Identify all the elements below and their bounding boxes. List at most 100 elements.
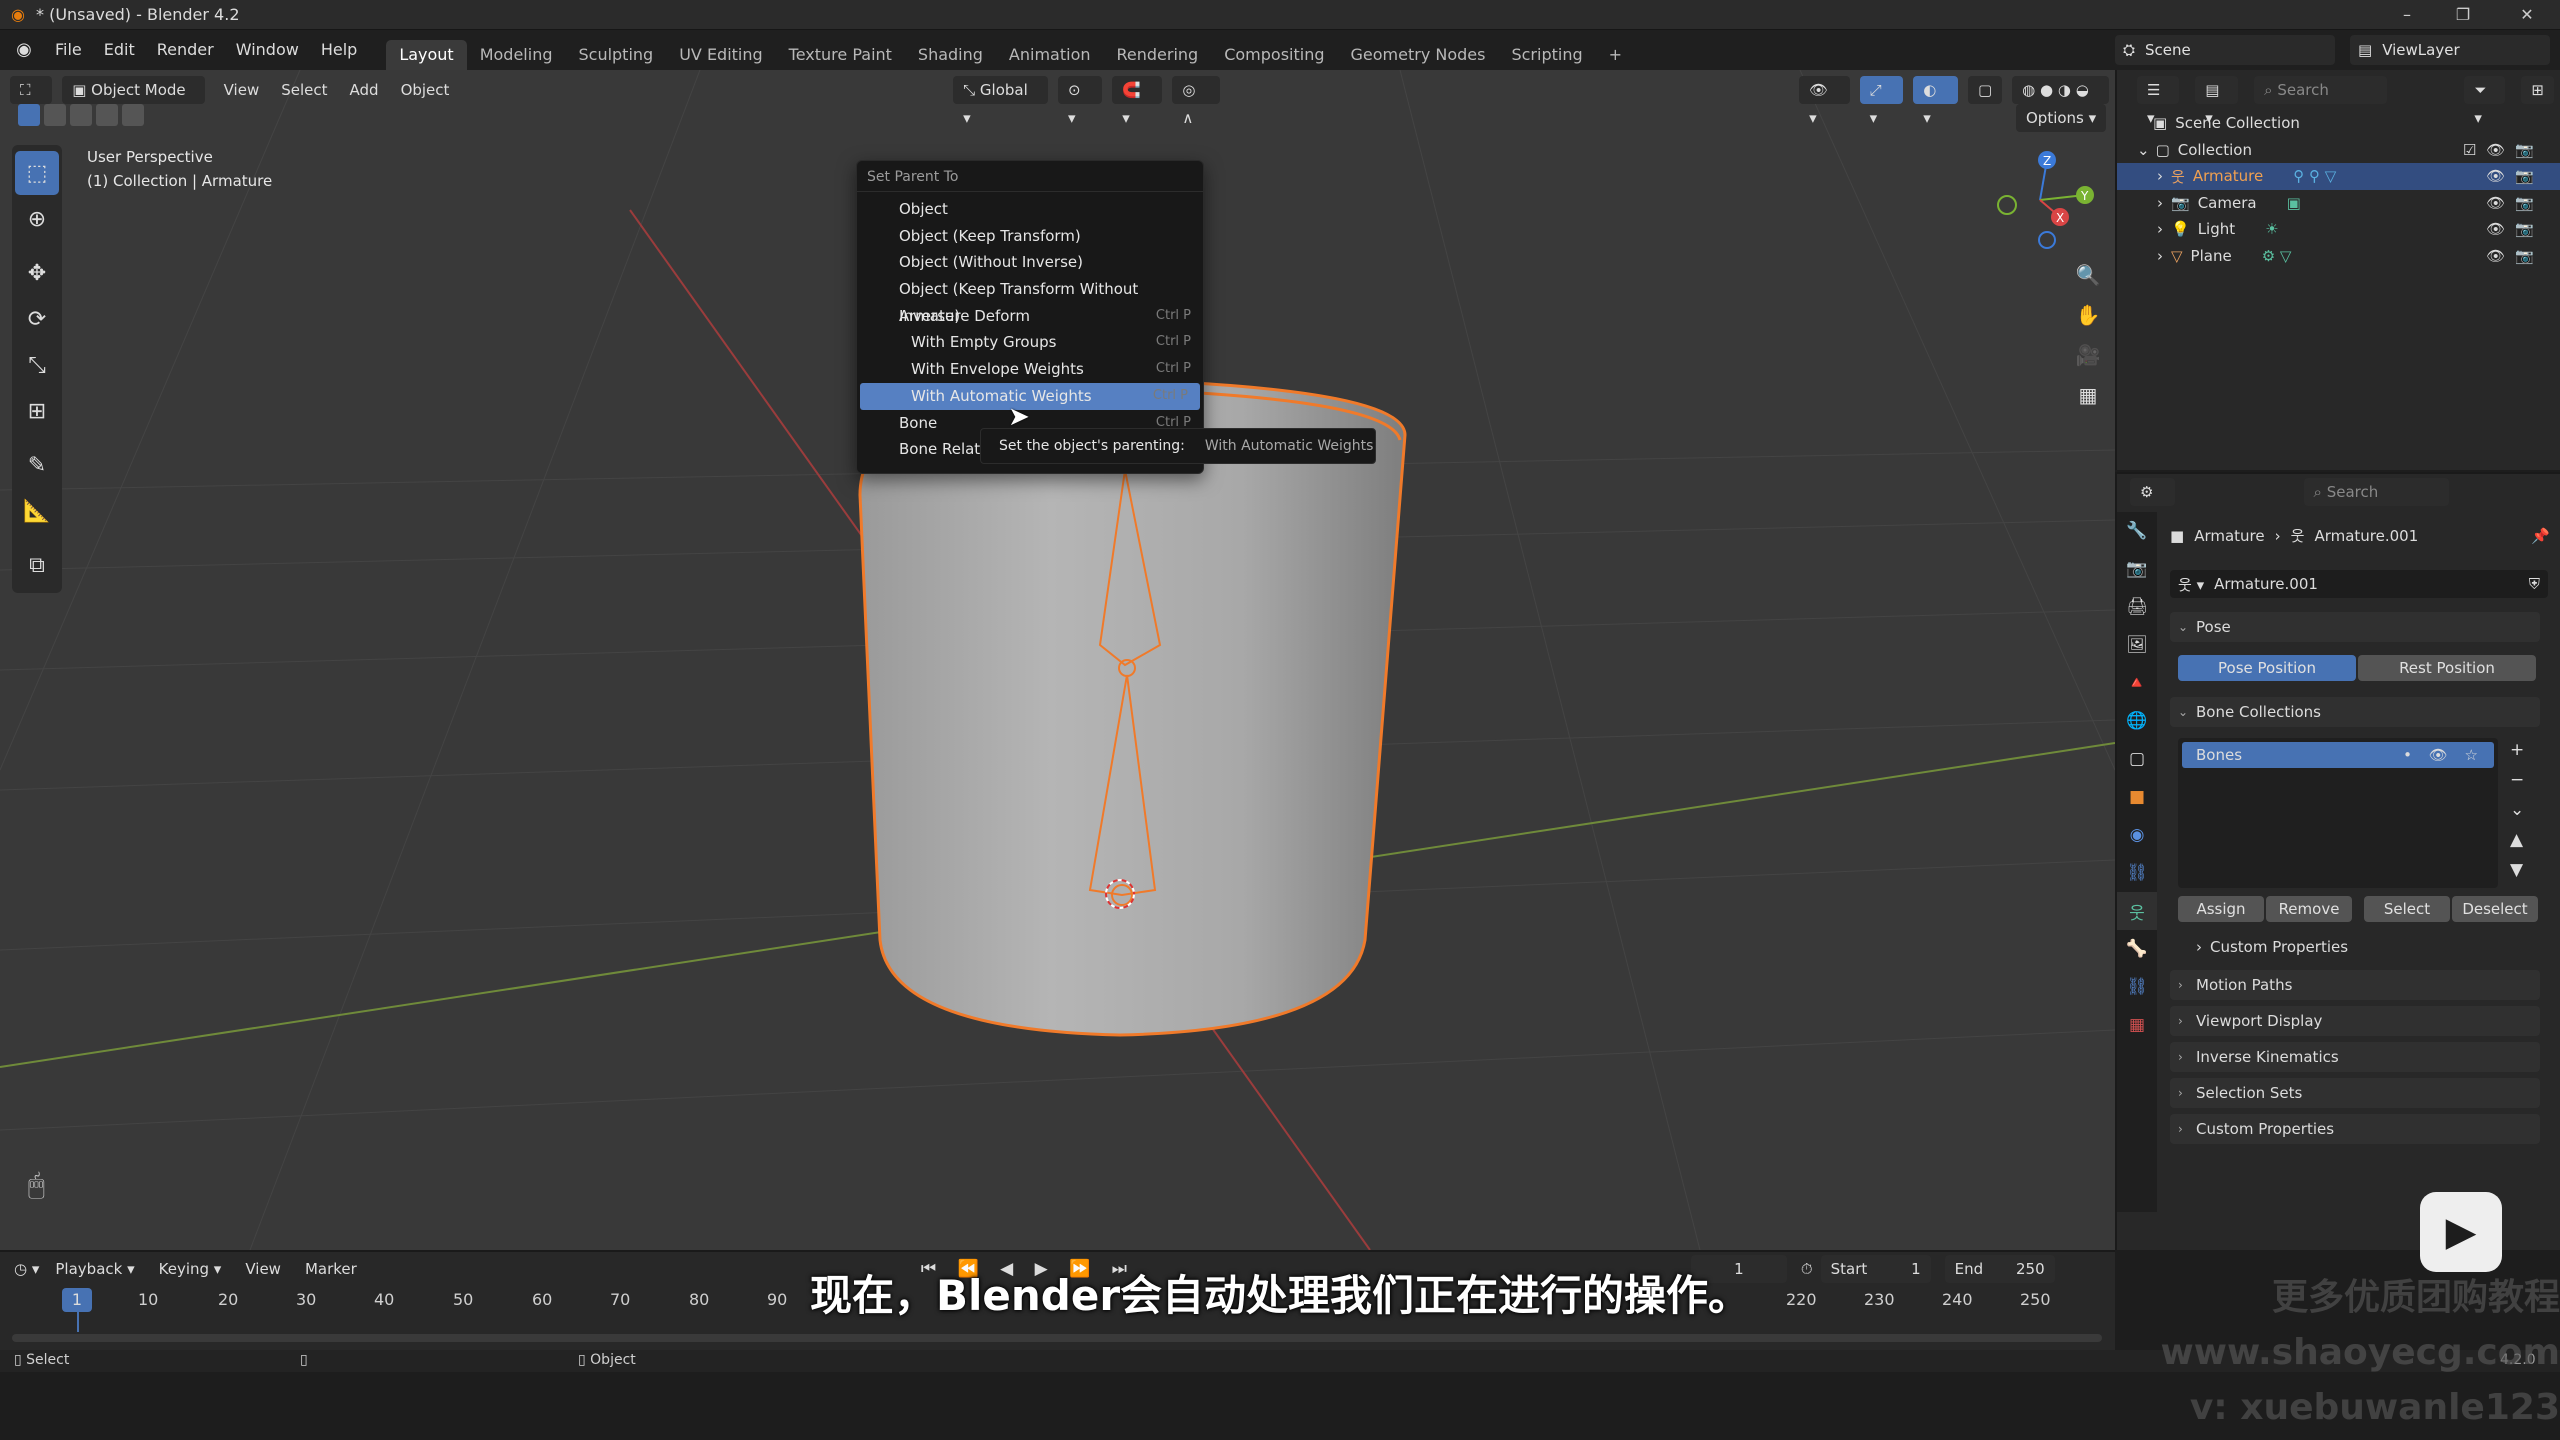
custom-properties-panel[interactable]: › Custom Properties <box>2170 1114 2540 1144</box>
tab-layout[interactable]: Layout <box>386 40 467 70</box>
clock-icon[interactable]: ◷ ▾ <box>14 1260 39 1278</box>
add-workspace-button[interactable]: + <box>1596 40 1635 70</box>
viewport-menu-object[interactable]: Object <box>392 76 459 104</box>
remove-button[interactable]: Remove <box>2266 896 2352 922</box>
menu-item-object-keep-transform-without-inverse[interactable]: Object (Keep Transform Without Inverse) <box>857 276 1203 325</box>
perspective-grid-icon[interactable]: ▦ <box>2070 377 2106 413</box>
fake-user-shield-icon[interactable]: ⛨ <box>2529 575 2540 593</box>
tab-modeling[interactable]: Modeling <box>467 40 566 70</box>
visibility-button[interactable]: 👁 ▾ <box>1799 76 1850 127</box>
expand-chevron-icon[interactable]: › <box>2157 247 2163 265</box>
viewport-display-panel[interactable]: › Viewport Display <box>2170 1006 2540 1036</box>
add-icon[interactable]: + <box>2510 740 2524 760</box>
end-frame-field[interactable]: End 250 <box>1944 1255 2055 1283</box>
keying-menu[interactable]: Keying ▾ <box>151 1260 230 1278</box>
annotate-tool[interactable]: ✎ <box>15 443 59 487</box>
tab-scene-icon[interactable]: 🔺 <box>2117 664 2157 702</box>
cursor-tool[interactable]: ⊕ <box>15 197 59 241</box>
viewport-menu-select[interactable]: Select <box>272 76 336 104</box>
xray-toggle-button[interactable]: ▢ <box>1967 76 2003 104</box>
remove-icon[interactable]: − <box>2510 770 2524 790</box>
camera-view-icon[interactable]: 🎥 <box>2070 337 2106 373</box>
blender-menu-icon[interactable]: ◉ <box>10 36 38 64</box>
proportional-edit-button[interactable]: ◎ ∧ <box>1172 76 1221 127</box>
close-button[interactable]: ✕ <box>2500 0 2554 30</box>
properties-search-input[interactable]: ⌕ Search <box>2303 478 2450 506</box>
tab-collection-icon[interactable]: ▢ <box>2117 740 2157 778</box>
outliner-display-mode[interactable]: ▤ ▾ <box>2195 76 2239 127</box>
tab-rendering[interactable]: Rendering <box>1104 40 1212 70</box>
expand-chevron-icon[interactable]: › <box>2157 194 2163 212</box>
outliner-search-input[interactable]: ⌕ Search <box>2254 76 2387 104</box>
pan-hand-icon[interactable]: ✋ <box>2070 297 2106 333</box>
playhead-frame-indicator[interactable]: 1 <box>62 1288 92 1312</box>
tab-geometry-nodes[interactable]: Geometry Nodes <box>1338 40 1499 70</box>
shading-mode-buttons[interactable]: ◍ ● ◑ ◒ ▾ <box>2012 76 2110 127</box>
tab-texture-icon[interactable]: ▦ <box>2117 1006 2157 1044</box>
tab-armature-data-icon[interactable]: 웃 <box>2117 892 2157 930</box>
add-cube-tool[interactable]: ⧉ <box>15 543 59 587</box>
menu-item-object-without-inverse[interactable]: Object (Without Inverse) <box>857 249 1203 276</box>
tab-animation[interactable]: Animation <box>996 40 1104 70</box>
tab-uv-editing[interactable]: UV Editing <box>666 40 775 70</box>
restore-button[interactable]: ❐ <box>2436 0 2490 30</box>
menu-help[interactable]: Help <box>310 30 368 70</box>
rotate-tool[interactable]: ⟳ <box>15 297 59 341</box>
measure-tool[interactable]: 📐 <box>15 489 59 533</box>
select-new-icon[interactable] <box>18 104 40 126</box>
armature-datablock-field[interactable]: 웃 ▾ Armature.001 ⛨ <box>2170 570 2548 598</box>
outliner-row-plane[interactable]: › ▽ Plane ⚙ ▽ 👁📷 <box>2117 243 2560 270</box>
collection-visibility-icons[interactable]: ☑👁📷 <box>2463 141 2544 159</box>
viewport-menu-add[interactable]: Add <box>341 76 388 104</box>
scale-tool[interactable]: ⤡ <box>15 343 59 387</box>
bone-collections-list[interactable]: Bones • 👁 ☆ <box>2178 738 2498 888</box>
tab-bone-icon[interactable]: 🦴 <box>2117 930 2157 968</box>
tab-tool-icon[interactable]: 🔧 <box>2117 512 2157 550</box>
pivot-point-button[interactable]: ⊙ ▾ <box>1058 76 1103 127</box>
outliner-row-camera[interactable]: › 📷 Camera ▣ 👁📷 <box>2117 190 2560 217</box>
view-layer-selector[interactable]: ▤ ViewLayer <box>2350 35 2550 65</box>
tab-world-icon[interactable]: 🌐 <box>2117 702 2157 740</box>
assign-button[interactable]: Assign <box>2178 896 2264 922</box>
camera-visibility-icons[interactable]: 👁📷 <box>2486 194 2544 212</box>
editor-type-button[interactable]: ⛶ ▾ <box>10 76 53 127</box>
move-down-icon[interactable]: ▼ <box>2510 860 2524 880</box>
timeline-scrollbar[interactable] <box>12 1334 2102 1342</box>
snap-button[interactable]: 🧲 ▾ <box>1112 76 1163 127</box>
expand-chevron-icon[interactable]: › <box>2157 220 2163 238</box>
gizmo-toggle-button[interactable]: ⤢ ▾ <box>1859 76 1904 127</box>
menu-chevron-icon[interactable]: ⌄ <box>2510 800 2524 820</box>
expand-chevron-icon[interactable]: › <box>2157 167 2163 185</box>
pin-icon[interactable]: 📌 <box>2531 527 2550 545</box>
zoom-icon[interactable]: 🔍 <box>2070 257 2106 293</box>
bone-collection-item[interactable]: Bones • 👁 ☆ <box>2182 742 2494 768</box>
pose-position-button[interactable]: Pose Position <box>2178 655 2356 681</box>
menu-item-with-envelope-weights[interactable]: With Envelope Weights Ctrl P <box>857 356 1203 383</box>
deselect-button[interactable]: Deselect <box>2452 896 2538 922</box>
navigation-gizmo[interactable]: Z Y X <box>1985 145 2095 255</box>
viewport-menu-view[interactable]: View <box>215 76 269 104</box>
outliner-row-light[interactable]: › 💡 Light ☀ 👁📷 <box>2117 216 2560 243</box>
select-button[interactable]: Select <box>2364 896 2450 922</box>
playback-controls-icons[interactable]: ⏮ ⏪ ◀ ▶ ⏩ ⏭ <box>921 1259 1135 1279</box>
plane-visibility-icons[interactable]: 👁📷 <box>2486 247 2544 265</box>
properties-editor-type[interactable]: ⚙ ▾ <box>2130 478 2175 529</box>
tab-physics-icon[interactable]: ◉ <box>2117 816 2157 854</box>
outliner-row-armature[interactable]: › 웃 Armature ⚲ ⚲ ▽ 👁📷 <box>2117 163 2560 190</box>
tab-object-icon[interactable]: ■ <box>2117 778 2157 816</box>
outliner-editor-type[interactable]: ☰ ▾ <box>2137 76 2180 127</box>
start-frame-field[interactable]: Start 1 <box>1820 1255 1931 1283</box>
tab-shading[interactable]: Shading <box>905 40 996 70</box>
marker-menu[interactable]: Marker <box>297 1260 365 1278</box>
menu-file[interactable]: File <box>44 30 93 70</box>
current-frame-field[interactable]: 1 <box>1690 1255 1787 1283</box>
tab-bone-constraints-icon[interactable]: ⛓ <box>2117 968 2157 1006</box>
tab-render-icon[interactable]: 📷 <box>2117 550 2157 588</box>
tab-sculpting[interactable]: Sculpting <box>565 40 666 70</box>
object-mode-dropdown[interactable]: ▣ Object Mode ▾ <box>62 76 205 127</box>
motion-paths-panel[interactable]: › Motion Paths <box>2170 970 2540 1000</box>
move-tool[interactable]: ✥ <box>15 251 59 295</box>
select-intersect-icon[interactable] <box>122 104 144 126</box>
new-collection-icon[interactable]: ⊞ <box>2521 76 2554 104</box>
timeline-view-menu[interactable]: View <box>237 1260 289 1278</box>
